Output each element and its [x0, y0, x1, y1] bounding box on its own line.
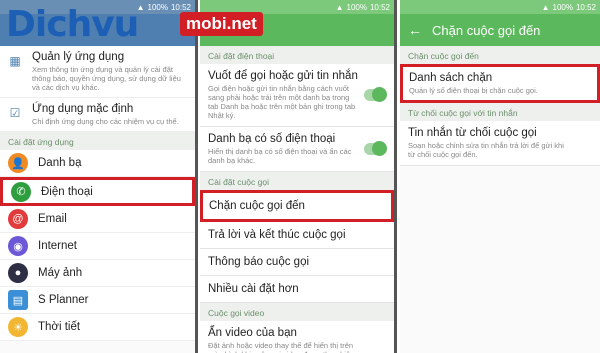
- swipe-to-call-desc: Gọi điện hoặc gửi tin nhắn bằng cách vuố…: [208, 84, 356, 120]
- page-title: Chặn cuộc gọi đến: [432, 22, 541, 38]
- app-label: Điện thoại: [41, 185, 93, 198]
- app-label: Thời tiết: [38, 321, 81, 333]
- answer-end-calls-item[interactable]: Trả lời và kết thúc cuộc gọi: [200, 222, 394, 249]
- app-item-phone[interactable]: ✆ Điện thoại: [0, 177, 195, 206]
- default-apps-title: Ứng dụng mặc định: [32, 103, 134, 115]
- section-header-phone-settings: Cài đặt điện thoại: [200, 46, 394, 64]
- swipe-to-call-title: Vuốt để gọi hoặc gửi tin nhắn: [208, 70, 358, 82]
- section-header-call-settings: Cài đặt cuộc gọi: [200, 172, 394, 190]
- app-manager-title: Quản lý ứng dụng: [32, 51, 125, 63]
- contacts-with-numbers-title: Danh bạ có số điện thoại: [208, 133, 336, 145]
- hide-video-item[interactable]: Ẩn video của bạn Đặt ảnh hoặc video thay…: [200, 321, 394, 353]
- section-header-reject-with-message: Từ chối cuộc gọi với tin nhắn: [400, 103, 600, 121]
- app-manager-item[interactable]: ▦ Quản lý ứng dụng Xem thông tin ứng dụn…: [0, 46, 195, 98]
- clock: 10:52: [369, 2, 390, 12]
- section-header-call-blocking: Chặn cuộc gọi đến: [400, 46, 600, 64]
- contacts-with-numbers-item[interactable]: Danh bạ có số điện thoại Hiển thị danh b…: [200, 127, 394, 172]
- brand-badge: mobi.net: [180, 12, 263, 36]
- answer-end-calls-title: Trả lời và kết thúc cuộc gọi: [208, 229, 346, 241]
- contacts-with-numbers-toggle[interactable]: [364, 141, 387, 156]
- weather-icon: ☀: [8, 317, 28, 337]
- more-settings-title: Nhiều cài đặt hơn: [208, 283, 299, 295]
- reject-messages-title: Tin nhắn từ chối cuộc gọi: [408, 127, 537, 139]
- hide-video-title: Ẩn video của bạn: [208, 327, 297, 339]
- email-icon: @: [8, 209, 28, 229]
- status-bar: ▲ 100% 10:52: [400, 0, 600, 14]
- contacts-with-numbers-desc: Hiển thị danh bạ có số điện thoại và ẩn …: [208, 147, 352, 165]
- section-header-video-call: Cuộc gọi video: [200, 303, 394, 321]
- back-arrow-icon[interactable]: ←: [408, 22, 422, 38]
- swipe-to-call-toggle[interactable]: [364, 87, 387, 102]
- app-label: Danh bạ: [38, 157, 82, 169]
- section-header-app-settings: Cài đặt ứng dụng: [0, 132, 195, 150]
- call-notifications-item[interactable]: Thông báo cuộc gọi: [200, 249, 394, 276]
- brand-logo-text: Dichvu: [6, 4, 139, 45]
- call-notifications-title: Thông báo cuộc gọi: [208, 256, 310, 268]
- hide-video-desc: Đặt ảnh hoặc video thay thế để hiển thị …: [208, 341, 356, 353]
- call-blocking-item[interactable]: Chặn cuộc gọi đến: [200, 190, 394, 222]
- default-apps-icon: ☑: [9, 106, 21, 120]
- app-item-contacts[interactable]: 👤 Danh bạ: [0, 150, 195, 177]
- app-label: Internet: [38, 240, 77, 252]
- app-label: S Planner: [38, 294, 89, 306]
- default-apps-item[interactable]: ☑ Ứng dụng mặc định Chỉ định ứng dụng ch…: [0, 98, 195, 132]
- panel-call-blocking: ▲ 100% 10:52 ← Chặn cuộc gọi đến Chặn cu…: [400, 0, 600, 353]
- calendar-icon: ▤: [8, 290, 28, 310]
- app-item-email[interactable]: @ Email: [0, 206, 195, 233]
- reject-messages-item[interactable]: Tin nhắn từ chối cuộc gọi Soạn hoặc chỉn…: [400, 121, 600, 166]
- more-settings-item[interactable]: Nhiều cài đặt hơn: [200, 276, 394, 303]
- app-item-splanner[interactable]: ▤ S Planner: [0, 287, 195, 314]
- block-list-desc: Quản lý số điện thoại bị chặn cuộc gọi.: [409, 86, 538, 95]
- app-manager-icon: ▦: [9, 54, 21, 68]
- clock: 10:52: [575, 2, 596, 12]
- app-item-weather[interactable]: ☀ Thời tiết: [0, 314, 195, 341]
- app-item-internet[interactable]: ◉ Internet: [0, 233, 195, 260]
- brand-logo: Dichvu mobi.net: [0, 4, 263, 48]
- block-list-item[interactable]: Danh sách chặn Quản lý số điện thoại bị …: [400, 64, 600, 103]
- reject-messages-desc: Soạn hoặc chỉnh sửa tin nhắn trả lời để …: [408, 141, 564, 159]
- app-bar: ← Chặn cuộc gọi đến: [400, 14, 600, 46]
- default-apps-desc: Chỉ định ứng dụng cho các nhiệm vụ cụ th…: [32, 117, 179, 126]
- battery-level: 100%: [346, 2, 367, 12]
- call-blocking-title: Chặn cuộc gọi đến: [209, 200, 305, 212]
- phone-icon: ✆: [11, 181, 31, 202]
- app-manager-desc: Xem thông tin ứng dụng và quản lý cài đặ…: [32, 65, 181, 92]
- app-label: Máy ảnh: [38, 267, 83, 279]
- signal-icon: ▲: [541, 2, 550, 12]
- swipe-to-call-item[interactable]: Vuốt để gọi hoặc gửi tin nhắn Gọi điện h…: [200, 64, 394, 127]
- panel-app-settings: ▲ 100% 10:52 ▦ Quản lý ứng dụng Xem thôn…: [0, 0, 198, 353]
- signal-icon: ▲: [335, 2, 344, 12]
- app-label: Email: [38, 213, 67, 225]
- battery-level: 100%: [552, 2, 573, 12]
- internet-icon: ◉: [8, 236, 28, 256]
- camera-icon: ●: [8, 263, 28, 283]
- panel-phone-settings: ▲ 100% 10:52 Cài đặt điện thoại Vuốt để …: [200, 0, 397, 353]
- block-list-title: Danh sách chặn: [409, 72, 493, 84]
- contacts-icon: 👤: [8, 153, 28, 173]
- app-item-camera[interactable]: ● Máy ảnh: [0, 260, 195, 287]
